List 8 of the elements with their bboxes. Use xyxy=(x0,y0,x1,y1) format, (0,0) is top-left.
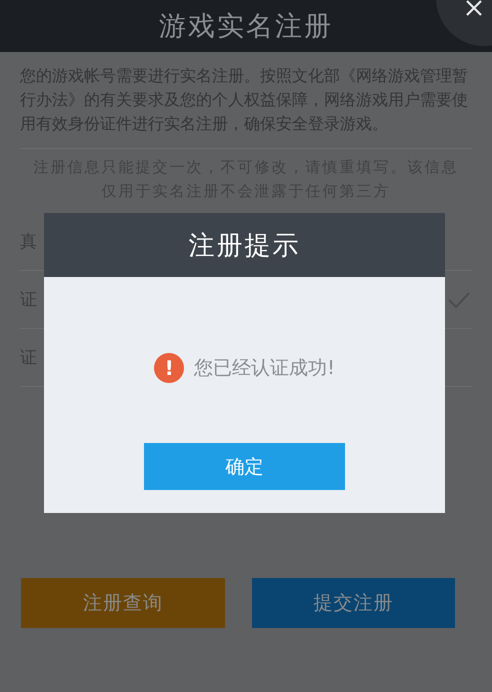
dialog-title: 注册提示 xyxy=(188,230,300,262)
dialog-message: 您已经认证成功! xyxy=(194,356,335,381)
confirm-button[interactable]: 确定 xyxy=(144,443,345,490)
query-button[interactable]: 注册查询 xyxy=(21,578,224,628)
submit-button[interactable]: 提交注册 xyxy=(252,578,455,628)
close-icon xyxy=(466,0,482,16)
page-title: 游戏实名注册 xyxy=(159,10,333,44)
warning-icon: ! xyxy=(154,353,184,383)
